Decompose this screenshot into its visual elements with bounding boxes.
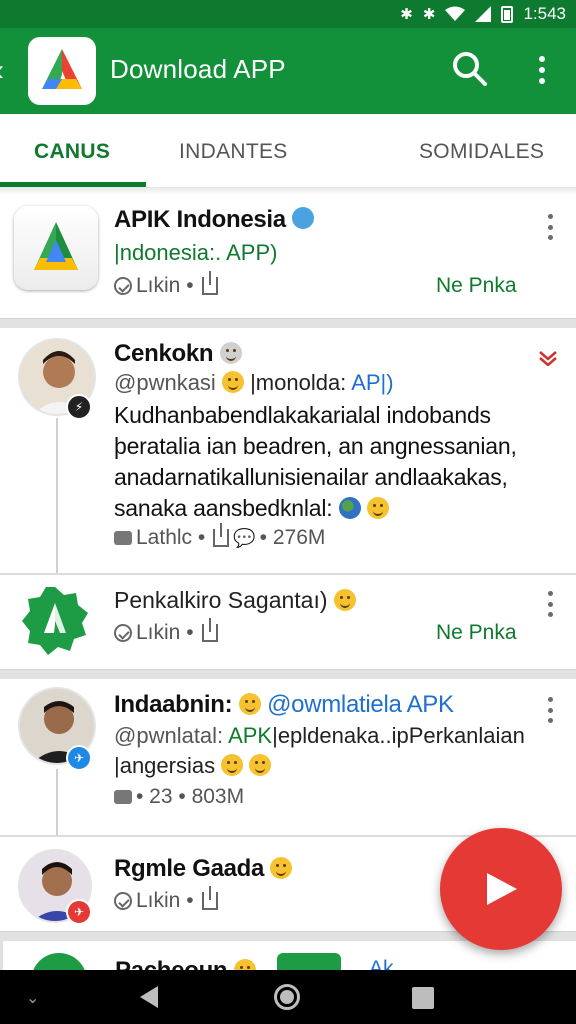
share-icon[interactable] bbox=[201, 271, 218, 295]
app-icon bbox=[277, 953, 341, 970]
app-icon bbox=[14, 206, 98, 290]
home-icon[interactable] bbox=[274, 984, 300, 1010]
app-icon bbox=[31, 953, 87, 970]
emoji-icon bbox=[233, 959, 256, 970]
hide-keyboard-icon[interactable]: ⌄ bbox=[26, 988, 39, 1008]
globe-icon bbox=[338, 497, 361, 519]
item-subtitle: |ndonesia:. APP) bbox=[114, 240, 278, 265]
item-action[interactable]: Ne Pnka bbox=[436, 274, 517, 298]
tab-canus[interactable]: CANUS bbox=[34, 140, 110, 164]
back-icon[interactable]: ‹ bbox=[0, 54, 14, 88]
play-button[interactable] bbox=[440, 828, 562, 950]
emoji-icon bbox=[292, 207, 315, 229]
tab-somidales[interactable]: SOMIDALES bbox=[419, 140, 544, 164]
item-body: |angersias bbox=[114, 753, 272, 779]
verified-icon bbox=[114, 277, 132, 295]
tab-bar: CANUS INDANTES SOMIDALES bbox=[0, 114, 576, 188]
emoji-icon bbox=[366, 497, 389, 519]
badge-icon: ⚡ bbox=[66, 394, 92, 420]
bluetooth-icon: ✱ bbox=[400, 6, 413, 23]
emoji-icon bbox=[238, 693, 261, 715]
list-item[interactable]: ✈ Indaabnin: @owmlatiela APK @pwnlatal: … bbox=[0, 679, 576, 835]
item-meta: • 23 • 803M bbox=[114, 785, 244, 809]
item-body: Kudhanbabendlakakarialal indobands þerat… bbox=[114, 402, 517, 521]
battery-icon bbox=[501, 5, 514, 23]
more-options-icon[interactable] bbox=[546, 697, 554, 723]
item-meta: Lıkin • bbox=[114, 886, 218, 913]
tab-indantes[interactable]: INDANTES bbox=[179, 140, 288, 164]
navigation-bar: ⌄ bbox=[0, 970, 576, 1024]
item-title: Pacheoun bbox=[115, 957, 256, 970]
search-icon[interactable] bbox=[452, 51, 488, 87]
emoji-icon bbox=[219, 342, 242, 364]
divider bbox=[0, 318, 576, 328]
status-bar: ✱ ✱ 1:543 bbox=[0, 0, 576, 28]
item-title: APIK Indonesia bbox=[114, 206, 315, 234]
download-icon bbox=[114, 790, 132, 804]
back-icon[interactable] bbox=[140, 986, 158, 1008]
item-action[interactable]: Ne Pnka bbox=[436, 621, 517, 645]
more-options-icon[interactable] bbox=[546, 214, 554, 240]
item-meta: Lathlc • 💬 • 276M bbox=[114, 523, 325, 550]
share-icon[interactable] bbox=[201, 618, 218, 642]
status-time: 1:543 bbox=[523, 4, 566, 23]
list-item[interactable]: ⚡ Cenkokn @pwnkasi |monolda: AP|) Kudhan… bbox=[0, 328, 576, 573]
item-handle: @pwnlatal: APK|epldenaka..ipPerkanlaian bbox=[114, 723, 525, 748]
chevron-down-icon[interactable] bbox=[538, 350, 558, 366]
play-icon bbox=[487, 873, 517, 905]
bluetooth-icon: ✱ bbox=[422, 6, 436, 23]
badge-icon: ✈ bbox=[66, 899, 92, 925]
app-icon bbox=[20, 585, 90, 657]
emoji-icon bbox=[221, 371, 244, 393]
share-icon[interactable] bbox=[213, 523, 230, 547]
item-title: Penkalkiro Sagantaı) bbox=[114, 587, 356, 614]
download-icon bbox=[114, 531, 132, 545]
divider bbox=[0, 669, 576, 679]
verified-icon bbox=[114, 892, 132, 910]
item-handle: @pwnkasi |monolda: AP|) bbox=[114, 370, 394, 395]
verified-icon bbox=[114, 624, 132, 642]
thread-line bbox=[56, 418, 58, 573]
emoji-icon bbox=[270, 857, 293, 879]
recents-icon[interactable] bbox=[412, 987, 434, 1009]
comment-icon[interactable]: 💬 bbox=[233, 528, 255, 549]
app-bar: ‹ Download APP bbox=[0, 28, 576, 114]
list-item[interactable]: APIK Indonesia |ndonesia:. APP) Lıkin • … bbox=[0, 194, 576, 318]
item-tail: Ak bbox=[369, 957, 394, 970]
item-title: Cenkokn bbox=[114, 340, 242, 368]
item-meta: Lıkin • bbox=[114, 271, 218, 298]
list-item[interactable]: Penkalkiro Sagantaı) Lıkin • Ne Pnka bbox=[0, 575, 576, 669]
app-title: Download APP bbox=[110, 54, 286, 84]
thread-line bbox=[56, 769, 58, 835]
emoji-icon bbox=[249, 754, 272, 776]
overflow-menu-icon[interactable] bbox=[534, 52, 550, 88]
emoji-icon bbox=[221, 754, 244, 776]
more-options-icon[interactable] bbox=[546, 591, 554, 617]
signal-icon bbox=[475, 6, 492, 22]
wifi-icon bbox=[445, 6, 466, 21]
emoji-icon bbox=[333, 589, 356, 611]
badge-icon: ✈ bbox=[66, 745, 92, 771]
share-icon[interactable] bbox=[201, 886, 218, 910]
item-title: Indaabnin: @owmlatiela APK bbox=[114, 691, 454, 718]
item-meta: Lıkin • bbox=[114, 618, 218, 645]
item-title: Rgmle Gaada bbox=[114, 855, 293, 883]
app-logo bbox=[28, 37, 96, 105]
